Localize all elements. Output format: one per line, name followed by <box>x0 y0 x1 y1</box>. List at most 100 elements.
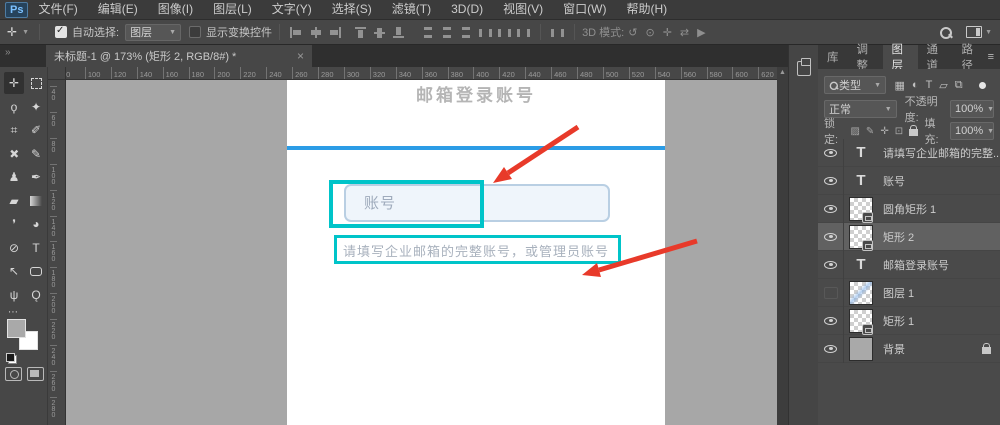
panel-tab-通道[interactable]: 通道 <box>918 45 953 69</box>
eyedropper-tool[interactable]: ✐ <box>26 119 46 141</box>
visibility-cell[interactable] <box>818 307 844 335</box>
libraries-panel-icon[interactable] <box>797 61 811 76</box>
layer-row[interactable]: 矩形 1 <box>818 307 1000 335</box>
fill-dropdown[interactable]: 100%▼ <box>950 122 994 140</box>
shape-filter-icon[interactable]: ▱ <box>939 79 947 92</box>
pen-tool[interactable]: ⊘ <box>4 237 24 259</box>
opacity-dropdown[interactable]: 100%▼ <box>950 100 994 118</box>
distribute-left-edges-icon[interactable] <box>479 27 492 38</box>
scrollbar-strip[interactable]: ▲ <box>777 67 788 425</box>
rectangular-marquee-tool[interactable] <box>26 72 46 94</box>
menu-item[interactable]: 3D(D) <box>441 2 493 16</box>
filter-toggle-icon[interactable] <box>979 82 986 89</box>
distribute-bottom-edges-icon[interactable] <box>460 27 473 38</box>
align-right-edges-icon[interactable] <box>328 27 341 38</box>
lasso-tool[interactable]: ϙ <box>4 96 24 118</box>
crop-tool[interactable]: ⌗ <box>4 119 24 141</box>
layer-row[interactable]: 矩形 2 <box>818 223 1000 251</box>
menu-item[interactable]: 文字(Y) <box>262 2 322 16</box>
workspace-caret-icon[interactable]: ▼ <box>985 29 992 36</box>
distribute-spacing-icon[interactable] <box>551 27 564 38</box>
smart-object-filter-icon[interactable]: ⧉ <box>955 79 963 92</box>
brush-tool[interactable]: ✎ <box>26 143 46 165</box>
layer-name[interactable]: 账号 <box>883 173 905 189</box>
visibility-cell[interactable] <box>818 195 844 223</box>
eraser-tool[interactable]: ▰ <box>4 190 24 212</box>
align-bottom-edges-icon[interactable] <box>393 27 406 38</box>
document-tab[interactable]: 未标题-1 @ 173% (矩形 2, RGB/8#) * × <box>46 45 312 67</box>
show-transform-checkbox[interactable] <box>189 26 201 38</box>
distribute-right-edges-icon[interactable] <box>517 27 530 38</box>
dodge-tool[interactable]: ◕ <box>26 213 46 235</box>
menu-item[interactable]: 帮助(H) <box>616 2 677 16</box>
3d-mode-icon[interactable]: ↺ <box>628 27 637 39</box>
default-colors-icon[interactable] <box>6 353 17 364</box>
quick-mask-icon[interactable] <box>5 367 22 381</box>
history-brush-tool[interactable]: ✒ <box>26 166 46 188</box>
panel-tab-路径[interactable]: 路径 <box>953 45 988 69</box>
panel-tab-库[interactable]: 库 <box>818 45 848 69</box>
layer-row[interactable]: 背景 <box>818 335 1000 363</box>
eye-icon[interactable] <box>824 177 837 185</box>
layer-name[interactable]: 图层 1 <box>883 285 914 301</box>
3d-mode-icon[interactable]: ✛ <box>663 27 672 39</box>
auto-select-checkbox[interactable] <box>55 26 67 38</box>
layer-row[interactable]: T账号 <box>818 167 1000 195</box>
document-canvas[interactable]: 邮箱登录账号 账号 请填写企业邮箱的完整账号，或管理员账号 <box>287 80 665 425</box>
toolbar-collapse-icon[interactable]: » <box>5 47 11 58</box>
layer-row[interactable]: 圆角矩形 1 <box>818 195 1000 223</box>
screen-mode-icon[interactable] <box>27 367 44 381</box>
menu-item[interactable]: 选择(S) <box>322 2 382 16</box>
visibility-cell[interactable] <box>818 335 844 363</box>
visibility-cell[interactable] <box>818 139 844 167</box>
edit-toolbar-icon[interactable]: ⋯ <box>8 307 19 318</box>
scroll-up-icon[interactable]: ▲ <box>779 69 786 76</box>
tool-preset-caret-icon[interactable]: ▼ <box>22 29 29 36</box>
eye-icon[interactable] <box>824 261 837 269</box>
menu-item[interactable]: 图像(I) <box>148 2 203 16</box>
layer-row[interactable]: 图层 1 <box>818 279 1000 307</box>
eye-icon[interactable] <box>824 233 837 241</box>
lock-paint-icon[interactable]: ✎ <box>866 126 874 137</box>
lock-all-icon[interactable] <box>909 129 917 136</box>
menu-item[interactable]: 图层(L) <box>203 2 262 16</box>
auto-select-dropdown[interactable]: 图层▼ <box>125 24 181 41</box>
align-vertical-centers-icon[interactable] <box>374 27 387 38</box>
visibility-cell[interactable] <box>818 223 844 251</box>
search-icon[interactable] <box>939 26 952 39</box>
menu-item[interactable]: 编辑(E) <box>88 2 148 16</box>
layer-name[interactable]: 请填写企业邮箱的完整... <box>883 145 1000 161</box>
type-tool[interactable]: T <box>26 237 46 259</box>
gradient-tool[interactable] <box>26 190 46 212</box>
eye-icon[interactable] <box>824 205 837 213</box>
lock-artboard-icon[interactable]: ⊡ <box>895 126 903 137</box>
layer-name[interactable]: 圆角矩形 1 <box>883 201 936 217</box>
visibility-cell[interactable] <box>818 167 844 195</box>
align-left-edges-icon[interactable] <box>290 27 303 38</box>
eye-icon[interactable] <box>824 149 837 157</box>
3d-mode-icon[interactable]: ▶ <box>697 27 705 39</box>
pixel-filter-icon[interactable]: ▦ <box>895 79 905 92</box>
align-horizontal-centers-icon[interactable] <box>309 27 322 38</box>
3d-mode-icon[interactable]: ⊙ <box>645 27 654 39</box>
layer-row[interactable]: T请填写企业邮箱的完整... <box>818 139 1000 167</box>
menu-item[interactable]: 窗口(W) <box>553 2 616 16</box>
visibility-cell[interactable] <box>818 251 844 279</box>
layer-name[interactable]: 矩形 1 <box>883 313 914 329</box>
filter-kind-dropdown[interactable]: 类型▼ <box>824 76 886 94</box>
shape-tool[interactable] <box>26 260 46 282</box>
type-filter-icon[interactable]: T <box>926 79 933 92</box>
3d-mode-icon[interactable]: ⇄ <box>680 27 689 39</box>
panel-tab-调整[interactable]: 调整 <box>848 45 883 69</box>
align-top-edges-icon[interactable] <box>355 27 368 38</box>
workspace-switcher-icon[interactable] <box>966 26 982 38</box>
clone-stamp-tool[interactable]: ♟ <box>4 166 24 188</box>
visibility-cell[interactable] <box>818 279 844 307</box>
path-selection-tool[interactable]: ↖ <box>4 260 24 282</box>
lock-move-icon[interactable]: ✛ <box>880 126 888 137</box>
distribute-horizontal-centers-icon[interactable] <box>498 27 511 38</box>
distribute-top-edges-icon[interactable] <box>422 27 435 38</box>
menu-item[interactable]: 视图(V) <box>493 2 553 16</box>
zoom-tool[interactable]: Ǫ <box>26 284 46 306</box>
panel-menu-icon[interactable]: ≡ <box>988 51 994 63</box>
